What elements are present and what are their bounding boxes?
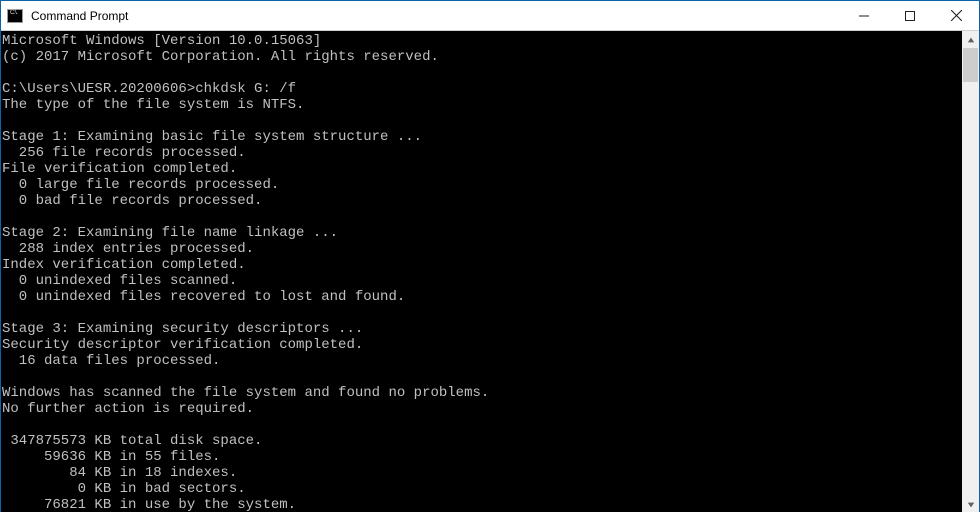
minimize-button[interactable] (841, 1, 887, 30)
scroll-up-button[interactable] (962, 31, 979, 48)
minimize-icon (859, 11, 869, 21)
chevron-up-icon (967, 36, 975, 44)
scrollbar-track[interactable] (962, 48, 979, 496)
scroll-down-button[interactable] (962, 496, 979, 512)
maximize-button[interactable] (887, 1, 933, 30)
window-control-buttons (841, 1, 979, 30)
close-button[interactable] (933, 1, 979, 30)
titlebar[interactable]: C:\. Command Prompt (1, 1, 979, 31)
window-title: Command Prompt (29, 9, 841, 23)
client-area: Microsoft Windows [Version 10.0.15063] (… (1, 31, 979, 512)
chevron-down-icon (967, 501, 975, 509)
app-icon-slot: C:\. (1, 1, 29, 31)
close-icon (951, 10, 962, 21)
scrollbar-thumb[interactable] (963, 48, 978, 82)
maximize-icon (905, 11, 915, 21)
terminal-output[interactable]: Microsoft Windows [Version 10.0.15063] (… (1, 31, 962, 512)
command-prompt-window: C:\. Command Prompt Microsoft Windows [V… (0, 0, 980, 512)
command-prompt-icon: C:\. (7, 9, 23, 23)
vertical-scrollbar[interactable] (962, 31, 979, 512)
